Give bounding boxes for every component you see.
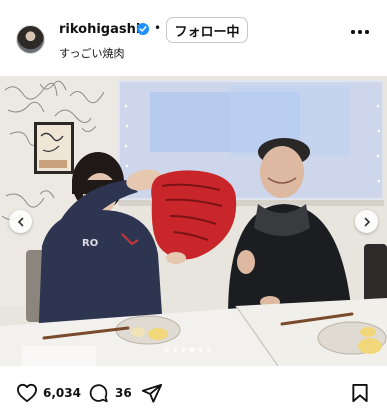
more-options-icon[interactable]: [351, 30, 369, 36]
send-icon[interactable]: [141, 383, 163, 408]
action-bar: 6,034 36: [0, 366, 387, 410]
photo-illustration: RO: [0, 76, 387, 366]
like-count[interactable]: 6,034: [43, 386, 81, 400]
following-button[interactable]: フォロー中: [166, 17, 248, 43]
chevron-right-icon[interactable]: [355, 210, 378, 233]
bookmark-icon[interactable]: [351, 383, 369, 407]
carousel-dot: [206, 347, 211, 352]
carousel-dot: [181, 347, 186, 352]
heart-icon[interactable]: [16, 383, 38, 407]
comment-count[interactable]: 36: [115, 386, 132, 400]
svg-text:RO: RO: [82, 238, 98, 249]
comment-bubble-icon[interactable]: [88, 383, 109, 408]
post-caption: すっごい焼肉: [59, 47, 125, 60]
separator-dot: •: [154, 21, 162, 35]
carousel-dot: [172, 347, 177, 352]
username-link[interactable]: rikohigashio: [59, 22, 149, 37]
carousel-dot: [164, 347, 169, 352]
carousel-dot: [198, 347, 203, 352]
profile-avatar[interactable]: [16, 25, 45, 54]
post-photo[interactable]: RO: [0, 76, 387, 366]
carousel-indicator: [164, 347, 211, 352]
verified-badge-icon: [137, 23, 149, 35]
chevron-left-icon[interactable]: [9, 210, 32, 233]
post-header: rikohigashio • フォロー中 すっごい焼肉: [0, 0, 387, 76]
carousel-dot: [189, 347, 194, 352]
